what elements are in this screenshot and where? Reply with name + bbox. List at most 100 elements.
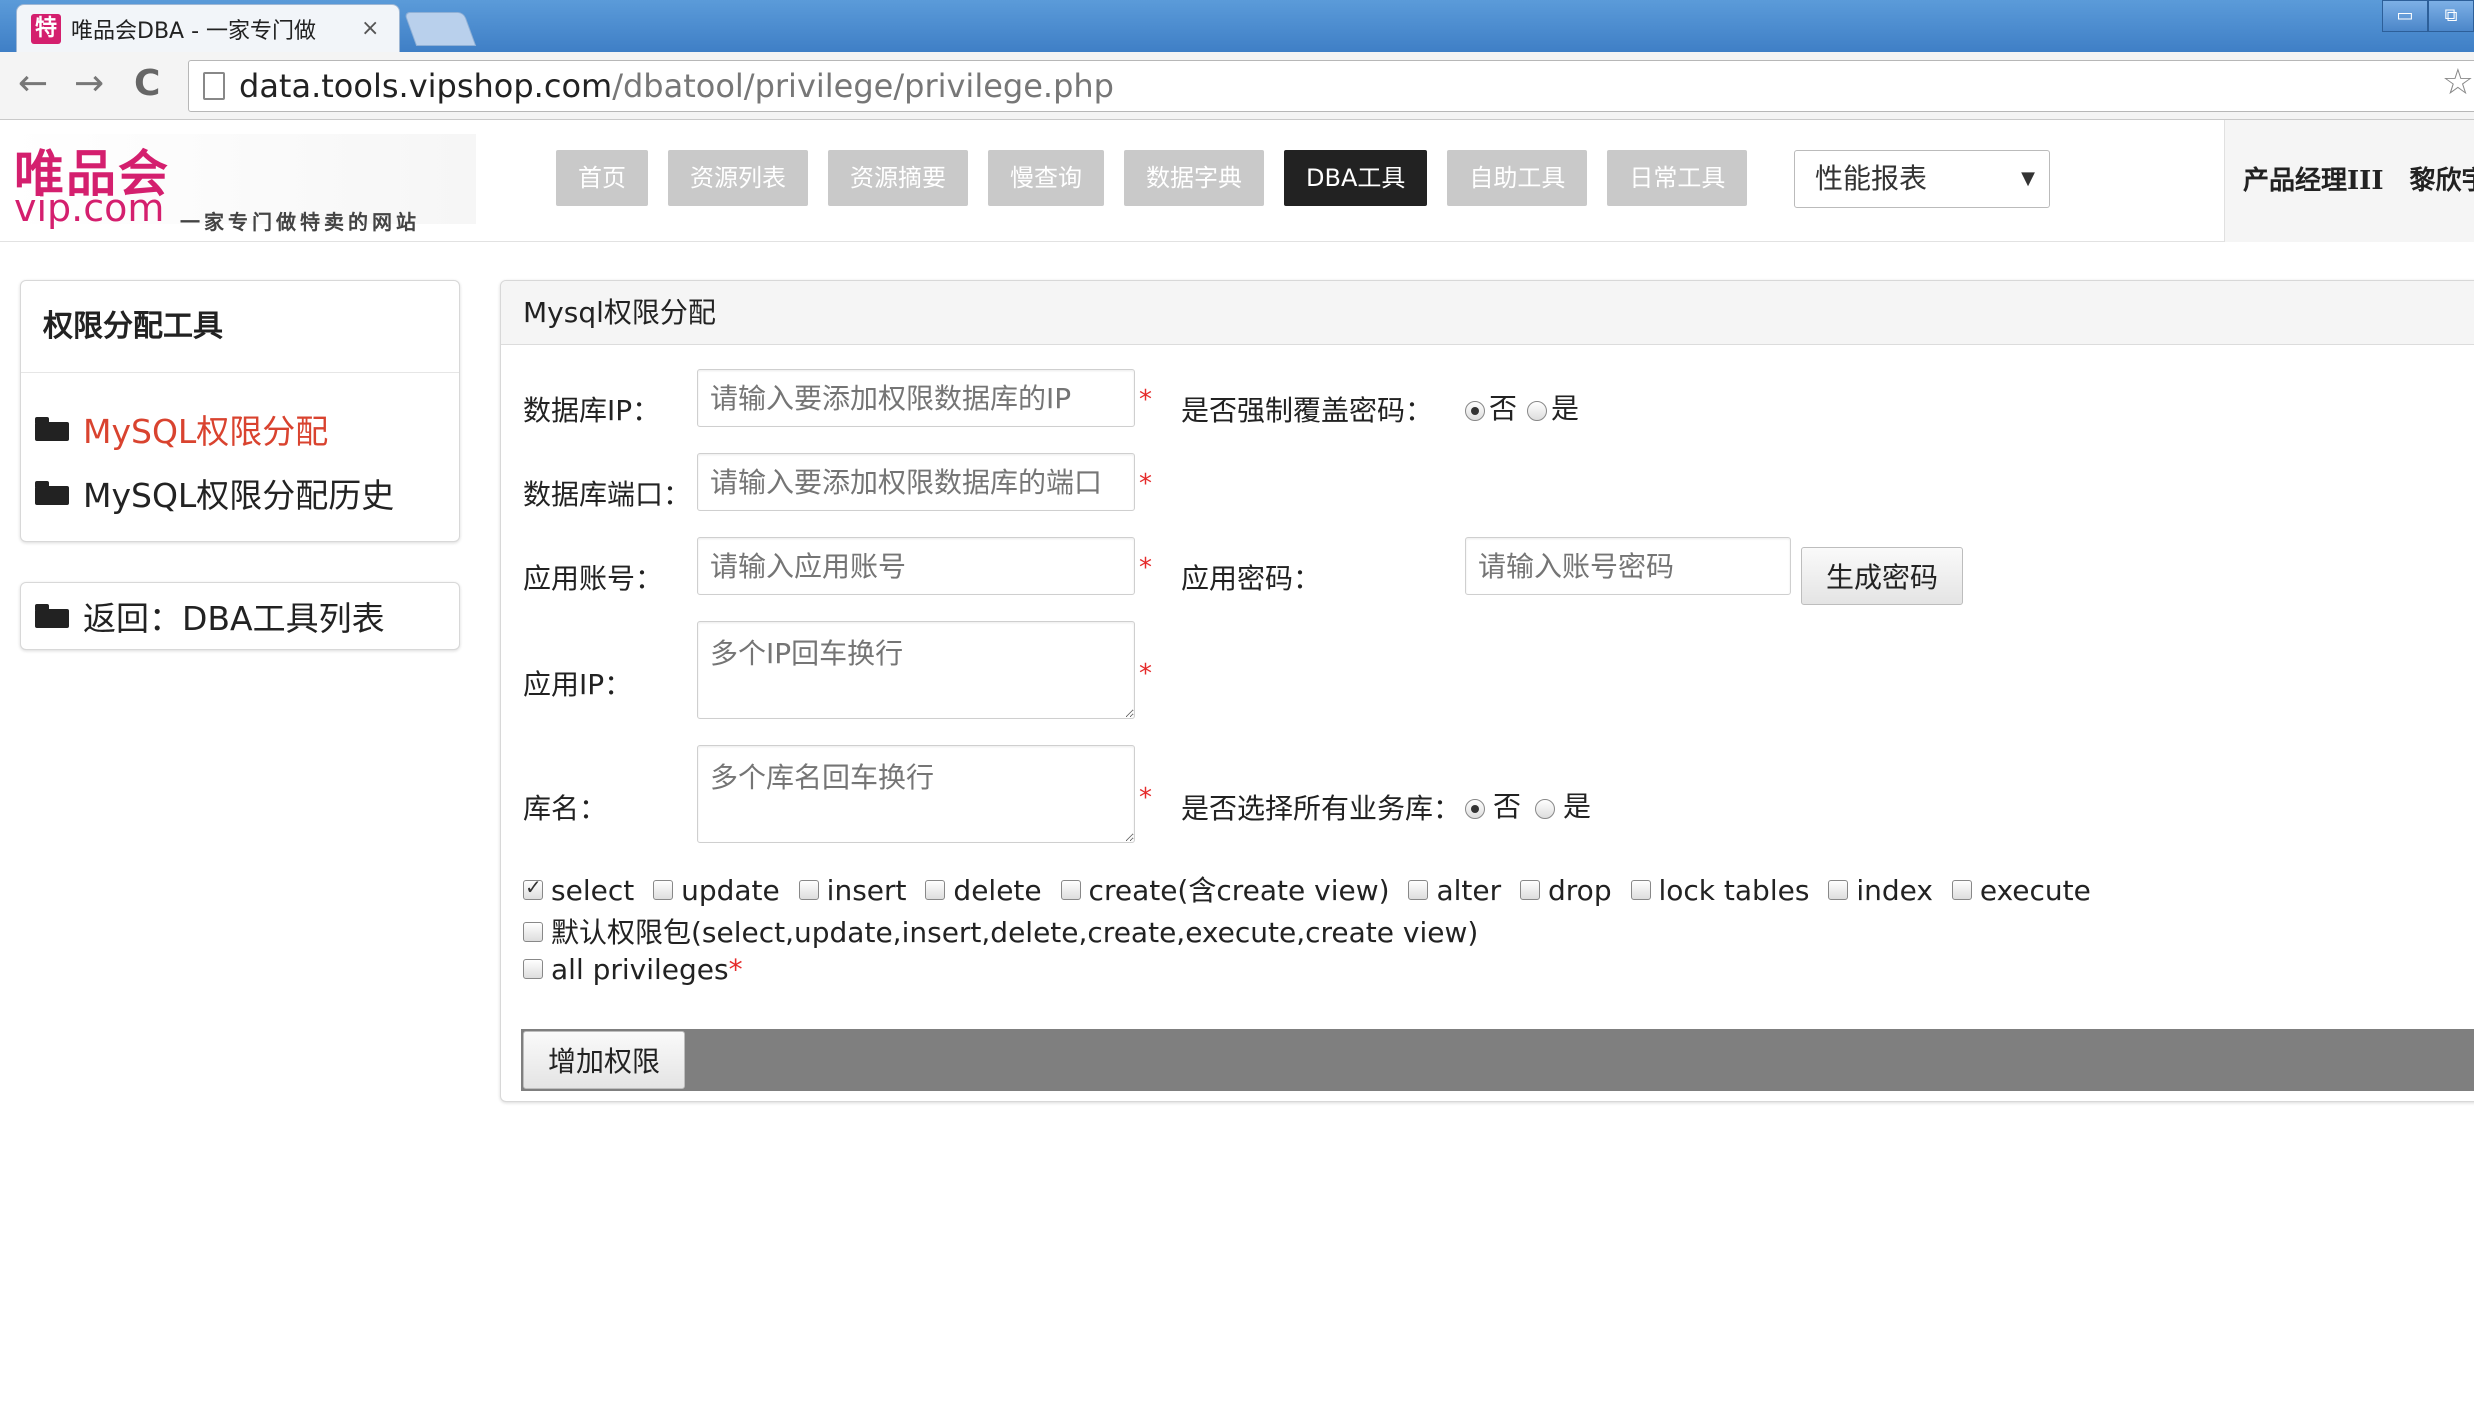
privilege-drop-item[interactable]: drop	[1520, 874, 1612, 907]
all-db-yes-radio[interactable]	[1535, 799, 1555, 819]
privilege-insert-checkbox[interactable]	[798, 880, 819, 900]
privilege-create-item[interactable]: create(含create view)	[1060, 874, 1390, 907]
app-ip-textarea[interactable]	[697, 621, 1135, 719]
privilege-execute-item[interactable]: execute	[1951, 874, 2091, 907]
app-account-input[interactable]	[697, 537, 1135, 595]
privilege-alter-item[interactable]: alter	[1408, 874, 1501, 907]
address-bar[interactable]: data.tools.vipshop.com/dbatool/privilege…	[188, 60, 2474, 112]
browser-tab[interactable]: 特 唯品会DBA - 一家专门做 ×	[16, 4, 400, 52]
all-db-label: 是否选择所有业务库：	[1181, 792, 1462, 825]
privilege-form-panel: Mysql权限分配 数据库IP： * 是否强制覆盖密码： 否 是 数据库端口： …	[500, 280, 2474, 1102]
privilege-delete-checkbox[interactable]	[925, 880, 946, 900]
sidebar-item-label: 返回：DBA工具列表	[83, 599, 385, 638]
site-logo[interactable]: 唯品会 vip.com 一家专门做特卖的网站	[10, 134, 476, 234]
privilege-insert-item[interactable]: insert	[798, 874, 907, 907]
browser-titlebar: 特 唯品会DBA - 一家专门做 × ▭ ⧉	[0, 0, 2474, 52]
db-ip-input[interactable]	[697, 369, 1135, 427]
privilege-label: insert	[826, 874, 907, 907]
dropdown-caret-icon: ▼	[2021, 168, 2035, 189]
main-nav: 首页 资源列表 资源摘要 慢查询 数据字典 DBA工具 自助工具 日常工具	[556, 150, 1748, 206]
performance-report-select-value: 性能报表	[1815, 162, 1928, 195]
sidebar-item-mysql-privilege[interactable]: MySQL权限分配	[21, 397, 459, 461]
db-name-textarea[interactable]	[697, 745, 1135, 843]
sidebar-back-panel: 返回：DBA工具列表	[20, 582, 460, 650]
privilege-select-item[interactable]: select	[523, 874, 634, 907]
privilege-index-checkbox[interactable]	[1828, 880, 1849, 900]
privilege-label: alter	[1436, 874, 1502, 907]
privilege-alter-checkbox[interactable]	[1408, 880, 1429, 900]
nav-data-dictionary[interactable]: 数据字典	[1124, 150, 1264, 206]
app-account-label: 应用账号：	[523, 562, 664, 595]
site-header: 唯品会 vip.com 一家专门做特卖的网站 首页 资源列表 资源摘要 慢查询 …	[0, 120, 2474, 242]
logo-en: vip.com	[14, 186, 165, 230]
sidebar-title: 权限分配工具	[21, 281, 459, 373]
all-privileges-checkbox[interactable]	[523, 959, 543, 979]
generate-password-button[interactable]: 生成密码	[1801, 547, 1963, 605]
db-name-label: 库名：	[523, 792, 608, 825]
all-privileges-label: all privileges	[551, 953, 729, 986]
privilege-create-checkbox[interactable]	[1060, 880, 1081, 900]
privilege-delete-item[interactable]: delete	[925, 874, 1042, 907]
privilege-label: index	[1856, 874, 1933, 907]
force-password-yes-radio[interactable]	[1527, 401, 1547, 421]
required-mark: *	[1139, 553, 1152, 583]
default-pack-label: 默认权限包(select,update,insert,delete,create…	[551, 916, 1479, 949]
privilege-label: create(含create view)	[1088, 874, 1390, 907]
nav-slow-query[interactable]: 慢查询	[988, 150, 1104, 206]
restore-button[interactable]: ⧉	[2428, 0, 2474, 32]
performance-report-select[interactable]: 性能报表 ▼	[1794, 150, 2050, 208]
site-favicon-icon: 特	[31, 13, 61, 44]
privilege-label: delete	[953, 874, 1042, 907]
force-password-yes-label: 是	[1551, 392, 1580, 425]
window-controls: ▭ ⧉	[2382, 0, 2474, 32]
nav-resource-summary[interactable]: 资源摘要	[828, 150, 968, 206]
url-host: data.tools.vipshop.com	[239, 67, 613, 105]
privilege-label: select	[551, 874, 635, 907]
privilege-lock-tables-item[interactable]: lock tables	[1630, 874, 1809, 907]
privilege-drop-checkbox[interactable]	[1520, 880, 1541, 900]
force-password-no-radio[interactable]	[1465, 401, 1485, 421]
sidebar-item-label: MySQL权限分配历史	[83, 476, 395, 515]
privilege-label: update	[681, 874, 780, 907]
forward-arrow-icon[interactable]: →	[74, 64, 104, 104]
minimize-button[interactable]: ▭	[2382, 0, 2428, 32]
nav-dba-tools[interactable]: DBA工具	[1284, 150, 1428, 206]
required-mark: *	[1139, 385, 1152, 415]
app-password-label: 应用密码：	[1181, 562, 1322, 595]
nav-daily-tools[interactable]: 日常工具	[1607, 150, 1748, 206]
panel-title: Mysql权限分配	[501, 281, 2474, 345]
required-mark: *	[1139, 783, 1152, 813]
privilege-execute-checkbox[interactable]	[1951, 880, 1972, 900]
all-db-no-radio[interactable]	[1465, 799, 1485, 819]
default-pack-checkbox[interactable]	[523, 922, 543, 942]
all-privileges-row[interactable]: all privileges*	[523, 953, 743, 986]
user-info[interactable]: 产品经理III 黎欣宇	[2224, 120, 2474, 242]
nav-resource-list[interactable]: 资源列表	[668, 150, 808, 206]
folder-icon	[35, 481, 69, 505]
sidebar-item-mysql-privilege-history[interactable]: MySQL权限分配历史	[21, 461, 459, 525]
required-mark: *	[1139, 469, 1152, 499]
folder-icon	[35, 604, 69, 628]
nav-self-service-tools[interactable]: 自助工具	[1447, 150, 1588, 206]
sidebar-item-back-to-dba-tools[interactable]: 返回：DBA工具列表	[21, 583, 459, 649]
required-mark: *	[728, 953, 743, 986]
back-arrow-icon[interactable]: ←	[18, 64, 48, 104]
add-privilege-button[interactable]: 增加权限	[523, 1031, 685, 1089]
new-tab-button[interactable]	[403, 12, 477, 46]
bookmark-star-icon[interactable]: ☆	[2442, 62, 2474, 103]
app-password-input[interactable]	[1465, 537, 1791, 595]
privilege-update-checkbox[interactable]	[653, 880, 674, 900]
page-icon	[203, 72, 225, 100]
privilege-index-item[interactable]: index	[1828, 874, 1933, 907]
default-pack-row[interactable]: 默认权限包(select,update,insert,delete,create…	[523, 911, 1478, 951]
force-password-no-label: 否	[1489, 392, 1518, 425]
privilege-select-checkbox[interactable]	[523, 875, 543, 900]
privilege-update-item[interactable]: update	[653, 874, 780, 907]
browser-toolbar: ← → C data.tools.vipshop.com/dbatool/pri…	[0, 52, 2474, 120]
folder-icon	[35, 417, 69, 441]
nav-home[interactable]: 首页	[556, 150, 648, 206]
db-port-input[interactable]	[697, 453, 1135, 511]
privilege-lock-tables-checkbox[interactable]	[1630, 880, 1651, 900]
close-tab-icon[interactable]: ×	[361, 16, 379, 41]
reload-icon[interactable]: C	[134, 64, 160, 104]
